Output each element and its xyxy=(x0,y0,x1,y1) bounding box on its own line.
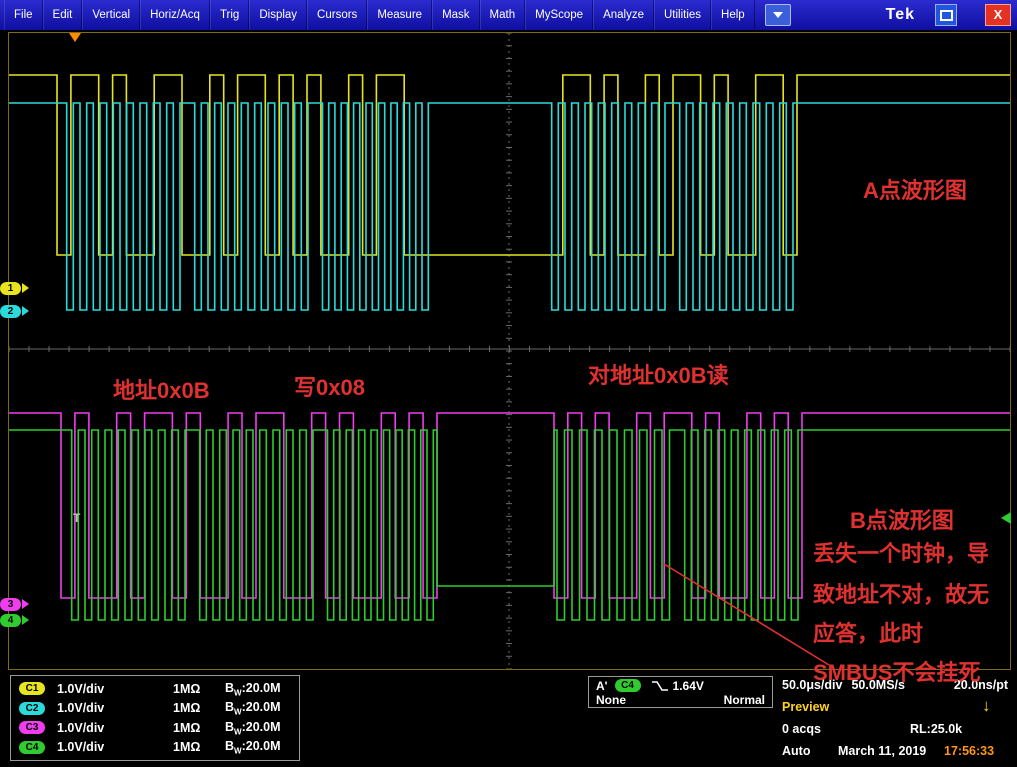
channel-1-label: C1 xyxy=(19,682,45,696)
channel-4-impedance: 1MΩ xyxy=(173,740,201,755)
menu-item-help[interactable]: Help xyxy=(711,0,755,30)
annotation-note-line1: 丢失一个时钟，导 xyxy=(813,541,990,566)
acquisition-count: 0 acqs xyxy=(782,722,821,736)
channel-3-scale: 1.0V/div xyxy=(57,720,105,735)
menu-item-cursors[interactable]: Cursors xyxy=(307,0,368,30)
trigger-source-badge: C4 xyxy=(614,679,641,692)
acquisition-status: Preview xyxy=(782,700,830,714)
oscilloscope-screen: File Edit Vertical Horiz/Acq Trig Displa… xyxy=(0,0,1017,767)
channel-1-scale: 1.0V/div xyxy=(57,681,105,696)
menu-item-math[interactable]: Math xyxy=(479,0,526,30)
channel-2-badge: 2 xyxy=(0,304,21,318)
menu-item-vertical[interactable]: Vertical xyxy=(82,0,141,30)
channel-1-bandwidth: BW:20.0M xyxy=(225,680,281,698)
date-readout: March 11, 2019 xyxy=(838,744,927,758)
channel-2-bandwidth: BW:20.0M xyxy=(225,700,281,717)
menu-item-edit[interactable]: Edit xyxy=(42,0,83,30)
menu-item-trig[interactable]: Trig xyxy=(209,0,250,30)
trigger-mode-auto: Auto xyxy=(782,744,811,758)
menu-item-myscope[interactable]: MyScope xyxy=(525,0,594,30)
close-button[interactable]: X xyxy=(985,4,1011,26)
waveform-display: T A点波形图 地址0x0B 写0x08 对地址0x0B读 B点波形图 丢失一个… xyxy=(8,32,1011,685)
channel-1-badge: 1 xyxy=(0,281,21,295)
annotation-point-a: A点波形图 xyxy=(863,178,967,203)
trigger-point-label: T xyxy=(73,511,81,525)
channel-4-arrow-icon xyxy=(22,615,29,625)
yellow-down-arrow-icon: ↓ xyxy=(982,696,991,715)
channel-1-marker[interactable]: 1 xyxy=(0,280,29,296)
chevron-down-icon xyxy=(772,12,783,18)
falling-edge-icon xyxy=(651,680,668,691)
channel-2-marker[interactable]: 2 xyxy=(0,303,29,319)
channel-3-bandwidth: BW:20.0M xyxy=(225,719,281,737)
menu-item-mask[interactable]: Mask xyxy=(432,0,480,30)
channel-3-impedance: 1MΩ xyxy=(173,720,201,735)
time-readout: 17:56:33 xyxy=(944,744,995,758)
minimize-icon xyxy=(939,9,953,21)
channel-2-readout: C2 1.0V/div 1MΩ BW:20.0M xyxy=(19,699,291,717)
channel-4-badge: 4 xyxy=(0,613,21,627)
tek-logo: Tek xyxy=(885,6,915,23)
trigger-position-marker[interactable] xyxy=(69,33,81,42)
menu-item-utilities[interactable]: Utilities xyxy=(653,0,712,30)
menu-item-display[interactable]: Display xyxy=(249,0,308,30)
menu-item-analyze[interactable]: Analyze xyxy=(593,0,654,30)
trigger-level: 1.64V xyxy=(672,678,704,693)
annotation-note-line3: 应答，此时 xyxy=(813,621,924,646)
annotation-read: 对地址0x0B读 xyxy=(588,363,729,388)
channel-4-bandwidth: BW:20.0M xyxy=(225,739,281,756)
trigger-holdoff: None xyxy=(596,693,626,707)
menu-item-file[interactable]: File xyxy=(4,0,43,30)
waveform-canvas xyxy=(9,33,1010,669)
channel-4-label: C4 xyxy=(19,740,45,754)
channel-settings-box: C1 1.0V/div 1MΩ BW:20.0M C2 1.0V/div 1MΩ… xyxy=(10,675,300,761)
annotation-point-b: B点波形图 xyxy=(850,508,954,533)
record-length: RL:25.0k xyxy=(910,722,963,736)
channel-4-marker[interactable]: 4 xyxy=(0,612,29,628)
channel-1-arrow-icon xyxy=(22,283,29,293)
trigger-a-badge: A' xyxy=(596,678,608,693)
annotation-note-line2: 致地址不对，故无 xyxy=(813,582,990,607)
channel-2-arrow-icon xyxy=(22,306,29,316)
annotation-note-line4: SMBUS不会挂死 xyxy=(813,660,981,685)
channel-4-readout: C4 1.0V/div 1MΩ BW:20.0M xyxy=(19,738,291,756)
annotation-address: 地址0x0B xyxy=(113,378,210,403)
menu-item-horiz-acq[interactable]: Horiz/Acq xyxy=(140,0,210,30)
channel-1-impedance: 1MΩ xyxy=(173,681,201,696)
trigger-readout-box: A' C4 1.64V None Normal xyxy=(588,676,773,708)
annotation-write: 写0x08 xyxy=(294,375,365,400)
channel-2-scale: 1.0V/div xyxy=(57,701,105,716)
trigger-mode: Normal xyxy=(723,693,765,707)
channel-3-marker[interactable]: 3 xyxy=(0,596,29,612)
channel-1-readout: C1 1.0V/div 1MΩ BW:20.0M xyxy=(19,680,291,698)
menu-item-measure[interactable]: Measure xyxy=(367,0,433,30)
menu-dropdown-button[interactable] xyxy=(764,4,791,26)
channel-4-scale: 1.0V/div xyxy=(57,740,105,755)
channel-2-label: C2 xyxy=(19,701,45,715)
channel-3-arrow-icon xyxy=(22,599,29,609)
channel-3-readout: C3 1.0V/div 1MΩ BW:20.0M xyxy=(19,719,291,737)
menu-bar: File Edit Vertical Horiz/Acq Trig Displa… xyxy=(0,0,1017,30)
channel-4-right-arrow-icon[interactable] xyxy=(1001,512,1011,524)
channel-3-badge: 3 xyxy=(0,597,21,611)
minimize-button[interactable] xyxy=(935,4,957,26)
channel-3-label: C3 xyxy=(19,721,45,735)
channel-2-impedance: 1MΩ xyxy=(173,701,201,716)
